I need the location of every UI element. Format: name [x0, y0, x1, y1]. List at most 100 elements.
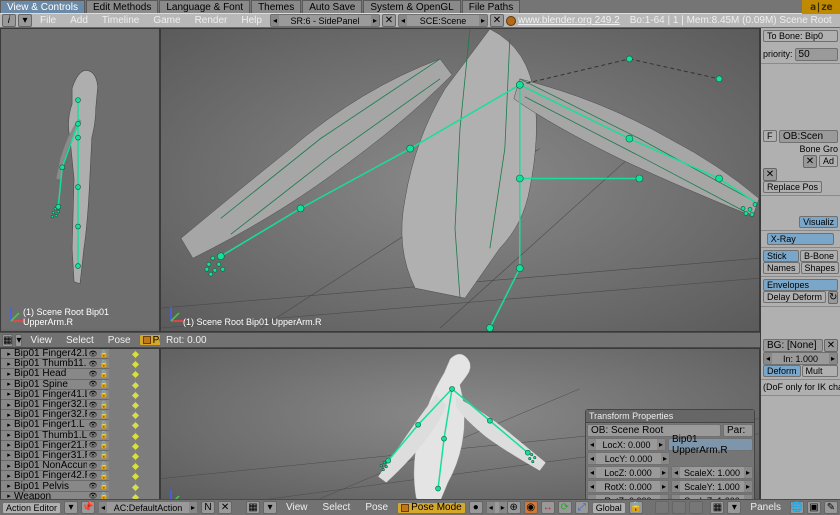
- orientation-selector[interactable]: Global: [592, 502, 626, 514]
- keyframe[interactable]: [132, 463, 139, 470]
- x-icon[interactable]: ✕: [218, 501, 232, 514]
- tab-file-paths[interactable]: File Paths: [462, 0, 520, 13]
- eye-icon[interactable]: 👁: [88, 390, 98, 398]
- lock-icon[interactable]: 🔒: [99, 411, 109, 419]
- action-selector[interactable]: ◂AC:DefaultAction▸: [98, 501, 198, 514]
- lock-icon[interactable]: 🔒: [99, 380, 109, 388]
- keyframe[interactable]: [132, 402, 139, 409]
- envelopes-button[interactable]: Envelopes: [763, 279, 838, 291]
- eye-icon[interactable]: 👁: [88, 472, 98, 480]
- keyframe[interactable]: [132, 361, 139, 368]
- keyframe[interactable]: [132, 351, 139, 358]
- lock-icon[interactable]: 🔒: [99, 441, 109, 449]
- cursor-icon[interactable]: ◉: [524, 501, 538, 514]
- stick-tab[interactable]: Stick: [763, 250, 799, 262]
- locy[interactable]: ◂LocY: 0.000▸: [587, 452, 670, 465]
- eye-icon[interactable]: 👁: [88, 451, 98, 459]
- screen-selector[interactable]: ◂SR:6 - SidePanel▸: [270, 14, 380, 27]
- menu-view[interactable]: View: [24, 333, 58, 348]
- menu-view[interactable]: View: [280, 500, 314, 515]
- eye-icon[interactable]: 👁: [88, 411, 98, 419]
- tab-auto-save[interactable]: Auto Save: [302, 0, 362, 13]
- expand-icon[interactable]: ▸: [4, 401, 14, 409]
- pin-icon[interactable]: 📌: [81, 501, 95, 514]
- lock-icon[interactable]: 🔒: [629, 501, 643, 514]
- visualisations-button[interactable]: Visualiz: [799, 216, 838, 228]
- lock-icon[interactable]: 🔒: [99, 451, 109, 459]
- expand-icon[interactable]: ▸: [4, 462, 14, 470]
- expand-icon[interactable]: ▸: [4, 350, 14, 358]
- lock-icon[interactable]: 🔒: [99, 350, 109, 358]
- manipulator-rotate-icon[interactable]: ⟳: [558, 501, 572, 514]
- keyframe[interactable]: [132, 473, 139, 480]
- transform-properties-panel[interactable]: Transform Properties OB: Scene RootPar: …: [585, 409, 755, 510]
- x-icon[interactable]: ✕: [490, 14, 504, 27]
- keyframe[interactable]: [132, 392, 139, 399]
- eye-icon[interactable]: 👁: [88, 462, 98, 470]
- eye-icon[interactable]: 👁: [88, 421, 98, 429]
- collapse-icon[interactable]: ▾: [18, 14, 32, 27]
- lock-icon[interactable]: 🔒: [99, 401, 109, 409]
- lock-icon[interactable]: 🔒: [99, 431, 109, 439]
- action-editor-selector[interactable]: Action Editor: [2, 502, 61, 514]
- tab-language-font[interactable]: Language & Font: [159, 0, 250, 13]
- eye-icon[interactable]: 👁: [88, 441, 98, 449]
- keyframe[interactable]: [132, 433, 139, 440]
- expand-icon[interactable]: ▸: [4, 380, 14, 388]
- xray-button[interactable]: X-Ray: [767, 233, 835, 245]
- ob-name-field[interactable]: OB:Scen: [779, 130, 838, 143]
- locx[interactable]: ◂LocX: 0.000▸: [587, 438, 666, 451]
- priority-field[interactable]: 50: [795, 48, 838, 61]
- menu-render[interactable]: Render: [189, 13, 234, 28]
- keyframe[interactable]: [132, 484, 139, 491]
- mult-button[interactable]: Mult: [802, 365, 838, 377]
- eye-icon[interactable]: 👁: [88, 482, 98, 490]
- editor-type-icon[interactable]: ▦: [246, 501, 260, 514]
- menu-add[interactable]: Add: [64, 13, 94, 28]
- to-bone-field[interactable]: To Bone: Bip0: [763, 30, 838, 42]
- layer-btn[interactable]: [689, 501, 703, 514]
- lock-icon[interactable]: 🔒: [99, 421, 109, 429]
- collapse-icon[interactable]: ▾: [727, 501, 741, 514]
- replace-pos-button[interactable]: Replace Pos: [763, 181, 822, 193]
- bbone-tab[interactable]: B-Bone: [800, 250, 838, 262]
- manipulator-move-icon[interactable]: ↔: [541, 501, 555, 514]
- lock-icon[interactable]: 🔒: [99, 360, 109, 368]
- context-scene-icon[interactable]: 🌐: [790, 501, 804, 514]
- pivot-icon[interactable]: ⊕: [507, 501, 521, 514]
- scaley[interactable]: ◂ScaleY: 1.000▸: [671, 480, 753, 493]
- tab-edit-methods[interactable]: Edit Methods: [86, 0, 158, 13]
- x-icon[interactable]: ✕: [824, 339, 838, 352]
- menu-select[interactable]: Select: [317, 500, 357, 515]
- delay-deform-button[interactable]: Delay Deform: [763, 291, 826, 303]
- refresh-icon[interactable]: ↻: [828, 291, 838, 304]
- deform-button[interactable]: Deform: [763, 365, 801, 377]
- context-edit-icon[interactable]: ✎: [824, 501, 838, 514]
- eye-icon[interactable]: 👁: [88, 360, 98, 368]
- editor-type-icon[interactable]: ▦: [710, 501, 724, 514]
- locz[interactable]: ◂LocZ: 0.000▸: [587, 466, 669, 479]
- eye-icon[interactable]: 👁: [88, 431, 98, 439]
- menu-help[interactable]: Help: [235, 13, 268, 28]
- add-button[interactable]: Ad: [819, 155, 838, 167]
- in-field[interactable]: ◂In: 1.000▸: [763, 352, 838, 365]
- tab-themes[interactable]: Themes: [251, 0, 301, 13]
- x-icon[interactable]: ✕: [803, 155, 817, 168]
- expand-icon[interactable]: ▸: [4, 451, 14, 459]
- expand-icon[interactable]: ▸: [4, 482, 14, 490]
- active-bone[interactable]: Bip01 UpperArm.R: [668, 438, 753, 451]
- lock-icon[interactable]: 🔒: [99, 462, 109, 470]
- collapse-icon[interactable]: ▾: [64, 501, 78, 514]
- nla-icon[interactable]: N: [201, 501, 215, 514]
- keyframe[interactable]: [132, 412, 139, 419]
- channel-list[interactable]: ▸Bip01 Finger42.L👁🔒▸Bip01 Thumb11.R👁🔒▸Bi…: [1, 349, 109, 503]
- 3dview-port-2[interactable]: (1) Scene Root Bip01 UpperArm.R: [160, 28, 760, 332]
- draw-type[interactable]: ◂▸: [486, 501, 504, 514]
- shapes-tab[interactable]: Shapes: [801, 262, 840, 274]
- expand-icon[interactable]: ▸: [4, 431, 14, 439]
- editor-type-icon[interactable]: ▦: [2, 334, 13, 347]
- lock-icon[interactable]: 🔒: [99, 390, 109, 398]
- key-track-area[interactable]: [109, 349, 159, 503]
- layer-btn[interactable]: [672, 501, 686, 514]
- expand-icon[interactable]: ▸: [4, 370, 14, 378]
